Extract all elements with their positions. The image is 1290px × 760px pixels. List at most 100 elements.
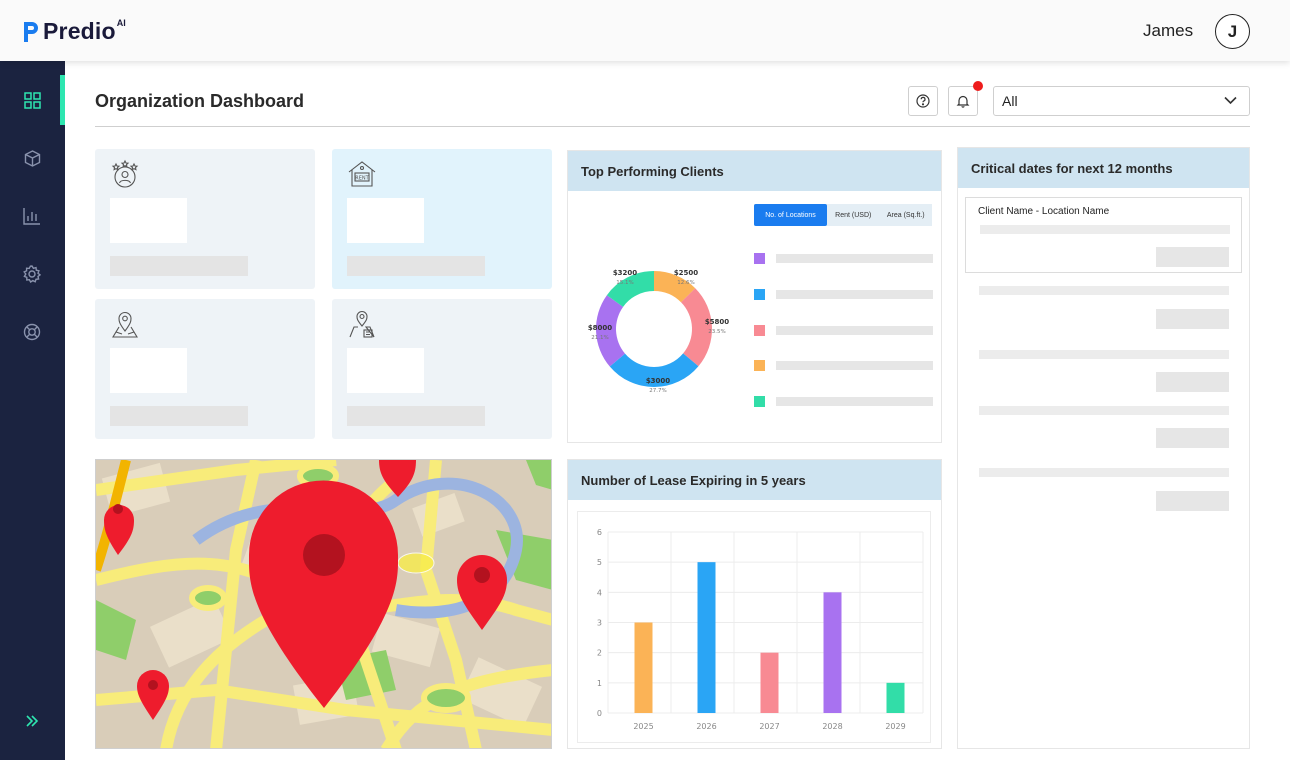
help-button[interactable] [908, 86, 938, 116]
map-image [96, 460, 551, 748]
placeholder-date [1156, 491, 1229, 511]
location-building-icon [349, 311, 375, 338]
legend-swatch [754, 325, 765, 336]
bar[interactable] [886, 682, 905, 713]
notifications-button[interactable] [948, 86, 978, 116]
kpi-value [347, 198, 424, 243]
organization-filter-select[interactable]: All [993, 86, 1250, 116]
kpi-card-rent[interactable]: RENT [332, 149, 552, 289]
x-tick-label: 2026 [696, 722, 716, 731]
placeholder-line [980, 225, 1230, 234]
notification-badge [973, 81, 983, 91]
kpi-value [347, 348, 424, 393]
kpi-value [110, 348, 187, 393]
kpi-label [347, 256, 485, 276]
legend-row[interactable] [754, 360, 933, 371]
bar[interactable] [697, 562, 716, 713]
bell-icon [956, 95, 970, 108]
kpi-value [110, 198, 187, 243]
cube-icon [24, 149, 40, 167]
user-name[interactable]: James [1143, 21, 1193, 41]
placeholder-line [979, 286, 1229, 295]
donut-percent-label: 23.5% [708, 329, 725, 335]
y-tick-label: 5 [597, 558, 602, 567]
kpi-label [347, 406, 485, 426]
placeholder-date [1156, 247, 1229, 267]
critical-item-label: Client Name - Location Name [978, 206, 1110, 217]
donut-percent-label: 21.1% [591, 335, 608, 341]
y-tick-label: 6 [597, 528, 602, 537]
kpi-label [110, 406, 248, 426]
sidebar-item-dashboard[interactable] [21, 89, 43, 111]
dashboard-grid-icon [23, 91, 41, 109]
y-tick-label: 1 [597, 679, 602, 688]
logo-text: Predio [43, 18, 116, 44]
lease-expiring-panel: Number of Lease Expiring in 5 years 0 1 2 3… [567, 459, 942, 749]
placeholder-line [979, 468, 1229, 477]
legend-placeholder [776, 326, 933, 335]
bar[interactable] [634, 622, 653, 714]
header-divider [95, 126, 1250, 127]
kpi-label [110, 256, 248, 276]
app-logo[interactable]: Predio AI [22, 18, 126, 45]
donut-value-label: $5800 [705, 318, 729, 326]
placeholder-date [1156, 372, 1229, 392]
placeholder-line [979, 350, 1229, 359]
sidebar-item-support[interactable] [21, 321, 43, 343]
bar[interactable] [760, 652, 779, 713]
bar[interactable] [823, 592, 842, 713]
locations-map[interactable] [95, 459, 552, 749]
donut-value-label: $2500 [674, 269, 698, 277]
panel-title: Top Performing Clients [568, 151, 941, 191]
y-tick-label: 2 [597, 649, 602, 658]
donut-value-label: $8000 [588, 324, 612, 332]
rent-house-icon: RENT [348, 161, 376, 187]
donut-slice[interactable] [681, 288, 712, 367]
legend-row[interactable] [754, 325, 933, 336]
donut-chart: $2500 12.6% $5800 23.5% $3000 27.7% $8000 21.1%… [588, 269, 729, 394]
y-tick-label: 0 [597, 709, 602, 718]
kpi-card-clients[interactable] [95, 149, 315, 289]
legend-row[interactable] [754, 396, 933, 407]
sidebar-item-settings[interactable] [21, 263, 43, 285]
bar-chart-icon [23, 208, 40, 225]
page-title: Organization Dashboard [95, 91, 305, 111]
tab-area[interactable]: Area (Sq.ft.) [880, 204, 933, 226]
x-tick-label: 2029 [885, 722, 905, 731]
legend-placeholder [776, 290, 933, 299]
bar-chart-frame: 0 1 2 3 4 5 6 2025 2026 2027 2028 2029 [577, 511, 931, 743]
donut-value-label: $3000 [646, 377, 670, 385]
x-tick-label: 2028 [822, 722, 842, 731]
x-tick-label: 2025 [633, 722, 653, 731]
tab-locations[interactable]: No. of Locations [754, 204, 827, 226]
critical-date-item[interactable]: Client Name - Location Name [965, 197, 1242, 273]
sidebar-item-assets[interactable] [21, 147, 43, 169]
legend-row[interactable] [754, 289, 933, 300]
lease-bar-chart: 0 1 2 3 4 5 6 2025 2026 2027 2028 2029 [597, 528, 924, 731]
sidebar-item-reports[interactable] [21, 205, 43, 227]
help-icon [916, 94, 930, 108]
x-tick-label: 2027 [759, 722, 779, 731]
predio-logo-icon [24, 21, 38, 42]
legend-swatch [754, 253, 765, 264]
tab-rent[interactable]: Rent (USD) [827, 204, 880, 226]
logo-superscript: AI [116, 17, 126, 28]
expand-sidebar-button[interactable] [21, 710, 43, 732]
active-indicator [60, 75, 65, 125]
legend-row[interactable] [754, 253, 933, 264]
top-bar: Predio AI James J [0, 0, 1290, 61]
legend-placeholder [776, 254, 933, 263]
kpi-card-locations[interactable] [95, 299, 315, 439]
chevron-down-icon [1224, 96, 1237, 105]
gear-icon [23, 265, 41, 283]
double-chevron-right-icon [26, 715, 39, 727]
avatar[interactable]: J [1215, 14, 1250, 49]
star-person-icon [111, 159, 139, 188]
legend-swatch [754, 360, 765, 371]
donut-value-label: $3200 [613, 269, 637, 277]
donut-percent-label: 27.7% [649, 388, 666, 394]
kpi-card-buildings[interactable] [332, 299, 552, 439]
critical-dates-panel: Critical dates for next 12 months Client… [957, 147, 1250, 749]
y-tick-label: 4 [597, 588, 602, 597]
panel-title: Critical dates for next 12 months [958, 148, 1249, 188]
